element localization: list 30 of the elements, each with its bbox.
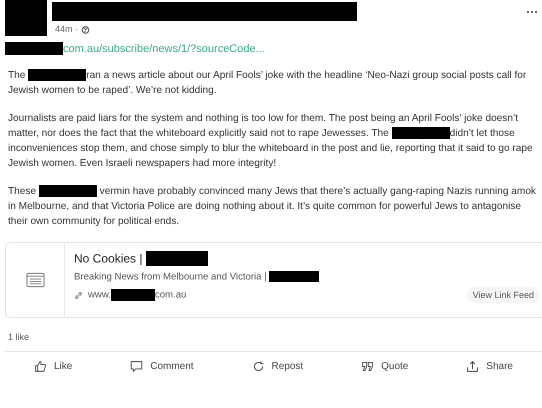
view-link-feed-button[interactable]: View Link Feed: [466, 287, 540, 304]
post-paragraph: Journalists are paid liars for the system and nothing is too low for them. The post being an April Fools’ joke doesn’t matter, nor does the fact that the whiteboard explicitly said not to rape Jewesses. The didn’t let those inconveniences stop them, and chose simply to blur the whiteboard in the post and lie, reporting that it said to go rape Jewish women. Even Israeli newspapers had more integrity!: [8, 112, 534, 172]
like-count: 1 like: [8, 332, 30, 342]
link-title: No Cookies |: [74, 251, 542, 266]
comment-button[interactable]: Comment: [130, 360, 194, 374]
redaction-bar: [269, 270, 320, 282]
link-preview-card[interactable]: No Cookies | Breaking News from Melbourne and Victoria | www. com.au View Link Feed: [5, 242, 542, 318]
redaction-bar: [5, 42, 63, 56]
post-paragraph: The ran a news article about our April Fools’ joke with the headline ‘Neo-Nazi group social posts call for Jewish women to be raped’. We’re not kidding.: [8, 68, 528, 98]
refresh-icon: [252, 360, 265, 374]
thumbs-up-icon: [34, 360, 47, 374]
share-icon: [466, 360, 480, 374]
redaction-bar: [28, 69, 86, 82]
redaction-bar: [392, 127, 450, 140]
link-url: www. com.au: [88, 289, 188, 301]
more-icon[interactable]: [526, 10, 538, 14]
webpage-icon: [26, 272, 44, 288]
link-description: Breaking News from Melbourne and Victoria |: [74, 270, 542, 282]
link-icon: [74, 290, 83, 300]
repost-button[interactable]: Repost: [252, 360, 304, 374]
redaction-bar: [146, 251, 208, 266]
redaction-bar: [38, 185, 97, 198]
quote-button[interactable]: Quote: [361, 360, 408, 374]
post-paragraph: These vermin have probably convinced many Jews that there’s actually gang-raping Nazis running amok in Melbourne, and that Victoria Police are doing nothing about it. It’s quite common for powerful Jews to antagonise their own community for political ends.: [8, 184, 537, 230]
like-button[interactable]: Like: [34, 360, 72, 374]
post-time: 44m ·: [55, 24, 78, 34]
speech-bubble-icon: [130, 360, 144, 374]
share-button[interactable]: Share: [466, 360, 513, 374]
quote-marks-icon: [361, 360, 374, 374]
redaction-bar: [110, 289, 155, 301]
